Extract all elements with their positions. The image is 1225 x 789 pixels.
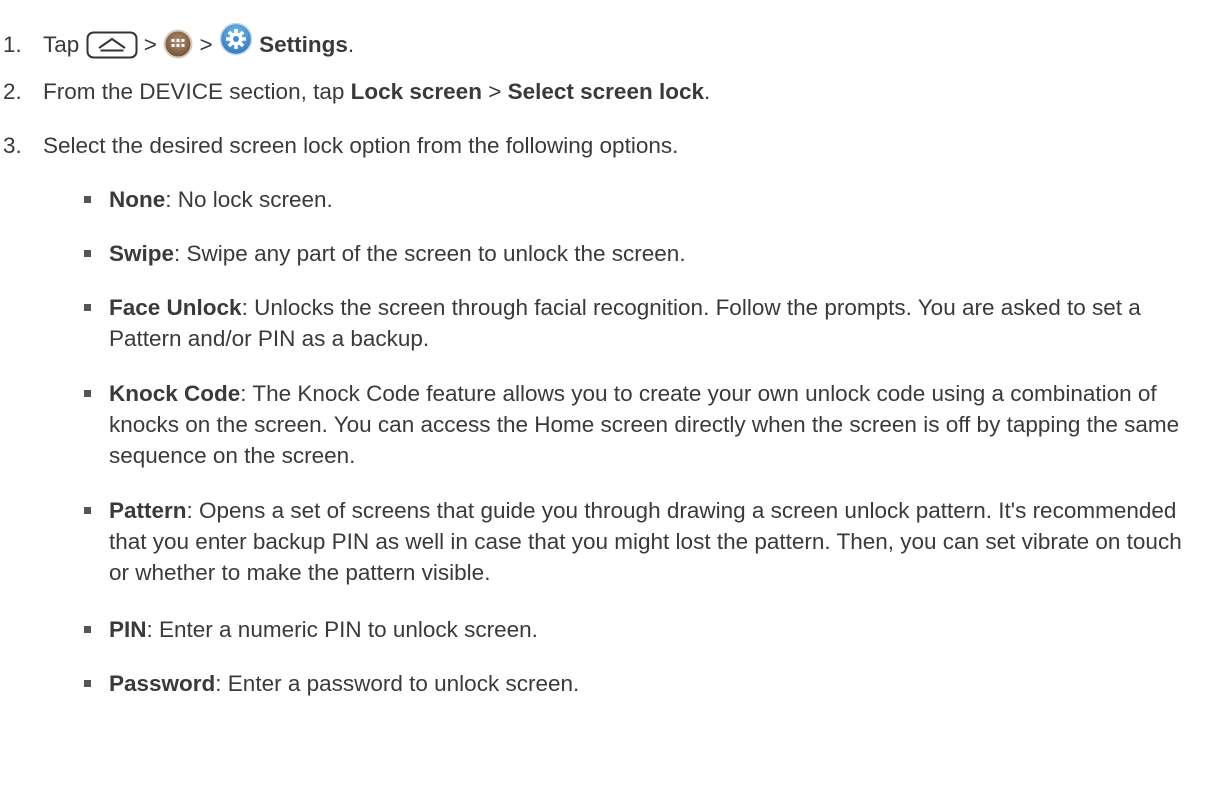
option-name: Swipe bbox=[109, 241, 175, 266]
option-name: None bbox=[109, 187, 166, 212]
option-desc: : Enter a numeric PIN to unlock screen. bbox=[146, 617, 538, 642]
bullet-icon bbox=[81, 668, 109, 699]
step-text-part: . bbox=[703, 79, 711, 104]
step-text-part: > bbox=[481, 79, 508, 104]
settings-label: Settings bbox=[259, 32, 348, 57]
list-item: None: No lock screen. bbox=[81, 184, 1197, 215]
step-text: From the DEVICE section, tap Lock screen… bbox=[43, 76, 1211, 107]
bullet-icon bbox=[81, 614, 109, 645]
option-name: Knock Code bbox=[109, 381, 241, 406]
apps-icon bbox=[163, 29, 193, 67]
bullet-icon bbox=[81, 184, 109, 215]
bullet-icon bbox=[81, 292, 109, 354]
option-desc: : Opens a set of screens that guide you … bbox=[109, 498, 1182, 585]
bullet-icon bbox=[81, 238, 109, 269]
option-desc: : Enter a password to unlock screen. bbox=[215, 671, 580, 696]
step-text-part: > bbox=[199, 32, 219, 57]
list-item: Swipe: Swipe any part of the screen to u… bbox=[81, 238, 1197, 269]
step-text-part: Tap bbox=[43, 32, 86, 57]
option-text: None: No lock screen. bbox=[109, 184, 1197, 215]
option-text: Face Unlock: Unlocks the screen through … bbox=[109, 292, 1197, 354]
list-item: Face Unlock: Unlocks the screen through … bbox=[81, 292, 1197, 354]
list-item: PIN: Enter a numeric PIN to unlock scree… bbox=[81, 614, 1197, 645]
option-text: Pattern: Opens a set of screens that gui… bbox=[109, 495, 1197, 588]
step-number: 3. bbox=[3, 133, 22, 158]
option-name: Pattern bbox=[109, 498, 187, 523]
step-text-part: . bbox=[347, 32, 355, 57]
option-name: PIN bbox=[109, 617, 147, 642]
step-text: Tap > > Settings. bbox=[43, 22, 1211, 67]
option-desc: : Swipe any part of the screen to unlock… bbox=[174, 241, 686, 266]
bullet-icon bbox=[81, 495, 109, 588]
option-name: Face Unlock bbox=[109, 295, 242, 320]
list-item: Password: Enter a password to unlock scr… bbox=[81, 668, 1197, 699]
step-number: 1. bbox=[3, 32, 22, 57]
step-2: 2. From the DEVICE section, tap Lock scr… bbox=[0, 76, 1211, 107]
step-text: Select the desired screen lock option fr… bbox=[43, 133, 679, 158]
list-item: Pattern: Opens a set of screens that gui… bbox=[81, 495, 1197, 588]
option-desc: : The Knock Code feature allows you to c… bbox=[109, 381, 1180, 468]
bullet-icon bbox=[81, 378, 109, 471]
option-text: Password: Enter a password to unlock scr… bbox=[109, 668, 1197, 699]
lock-screen-label: Lock screen bbox=[350, 79, 482, 104]
step-text-part: > bbox=[143, 32, 164, 57]
option-desc: : Unlocks the screen through facial reco… bbox=[109, 295, 1141, 351]
option-text: PIN: Enter a numeric PIN to unlock scree… bbox=[109, 614, 1197, 645]
step-1: 1. Tap > > Settings. bbox=[0, 22, 1211, 67]
option-text: Knock Code: The Knock Code feature allow… bbox=[109, 378, 1197, 471]
option-desc: : No lock screen. bbox=[165, 187, 333, 212]
option-text: Swipe: Swipe any part of the screen to u… bbox=[109, 238, 1197, 269]
settings-gear-icon bbox=[219, 22, 253, 64]
step-text-part: From the DEVICE section, tap bbox=[43, 79, 351, 104]
step-3: 3. Select the desired screen lock option… bbox=[0, 130, 1211, 161]
select-screen-lock-label: Select screen lock bbox=[507, 79, 704, 104]
home-key-icon bbox=[86, 31, 138, 67]
option-name: Password bbox=[109, 671, 216, 696]
step-number: 2. bbox=[3, 79, 22, 104]
list-item: Knock Code: The Knock Code feature allow… bbox=[81, 378, 1197, 471]
